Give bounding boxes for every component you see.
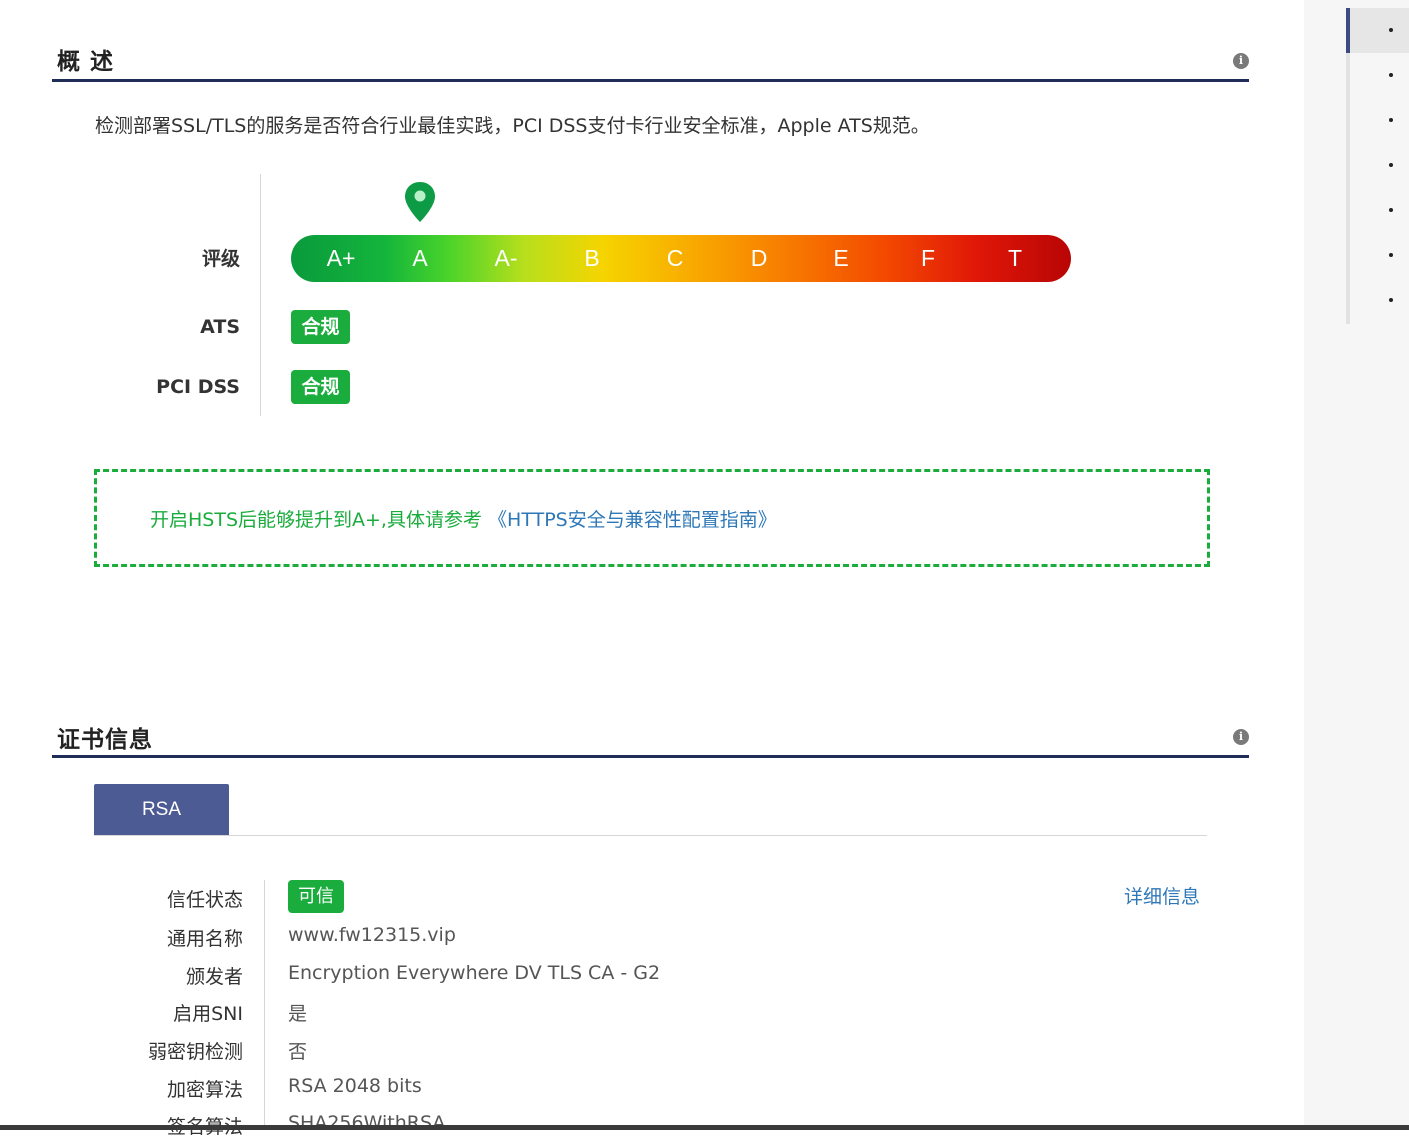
cert-column-divider [264,880,265,1130]
side-nav-item-5[interactable] [1389,208,1393,212]
rating-label: 评级 [201,248,240,270]
grade-e: E [833,245,849,271]
encryption-algorithm-label: 加密算法 [166,1079,243,1101]
config-guide-link[interactable]: 《HTTPS安全与兼容性配置指南》 [488,509,777,531]
overview-divider [52,79,1249,82]
side-nav-item-1[interactable] [1389,28,1393,32]
common-name-value: www.fw12315.vip [288,924,456,946]
trust-status-badge: 可信 [288,880,344,913]
hint-text: 开启HSTS后能够提升到A+,具体请参考 [150,509,482,531]
sni-value: 是 [288,1003,308,1025]
grade-a-plus: A+ [326,245,356,271]
issuer-value: Encryption Everywhere DV TLS CA - G2 [288,962,661,984]
encryption-algorithm-value: RSA 2048 bits [288,1075,422,1097]
signature-algorithm-value: SHA256WithRSA [288,1112,446,1134]
overview-title: 概 述 [57,49,115,75]
sni-label: 启用SNI [173,1003,243,1025]
details-link[interactable]: 详细信息 [1124,882,1200,909]
tab-rsa[interactable]: RSA [94,784,229,836]
ats-status-badge: 合规 [291,310,350,344]
info-icon[interactable]: i [1233,729,1249,745]
grade-f: F [920,245,936,271]
side-nav-track [1346,8,1350,324]
side-nav-active-item[interactable] [1350,8,1409,53]
side-nav-item-6[interactable] [1389,253,1393,257]
main-content: 概 述 i 检测部署SSL/TLS的服务是否符合行业最佳实践，PCI DSS支付… [0,0,1304,1138]
grade-b: B [584,245,600,271]
ats-label: ATS [200,316,240,338]
grade-a: A [412,245,428,271]
hint-message: 开启HSTS后能够提升到A+,具体请参考 《HTTPS安全与兼容性配置指南》 [150,505,777,532]
cert-title: 证书信息 [57,727,153,753]
side-nav-active-indicator [1346,8,1350,53]
pci-status-badge: 合规 [291,370,350,404]
grade-c: C [666,245,684,271]
rating-divider [260,174,261,416]
grade-t: T [1007,245,1023,271]
grade-marker-pin-icon [405,182,435,222]
info-icon[interactable]: i [1233,53,1249,69]
cert-divider-line [52,755,1249,758]
weak-key-label: 弱密钥检测 [147,1041,243,1063]
grade-a-minus: A- [494,245,518,271]
bottom-edge [0,1125,1409,1130]
side-nav-item-3[interactable] [1389,118,1393,122]
tab-underline [94,835,1207,836]
grade-d: D [750,245,768,271]
overview-description: 检测部署SSL/TLS的服务是否符合行业最佳实践，PCI DSS支付卡行业安全标… [95,115,930,137]
pci-dss-label: PCI DSS [156,376,240,398]
trust-status-label: 信任状态 [166,889,243,911]
side-nav-panel [1304,0,1409,1130]
side-nav-item-7[interactable] [1389,298,1393,302]
side-nav-item-2[interactable] [1389,73,1393,77]
common-name-label: 通用名称 [166,928,243,950]
issuer-label: 颁发者 [185,966,243,988]
side-nav-item-4[interactable] [1389,163,1393,167]
weak-key-value: 否 [288,1041,308,1063]
